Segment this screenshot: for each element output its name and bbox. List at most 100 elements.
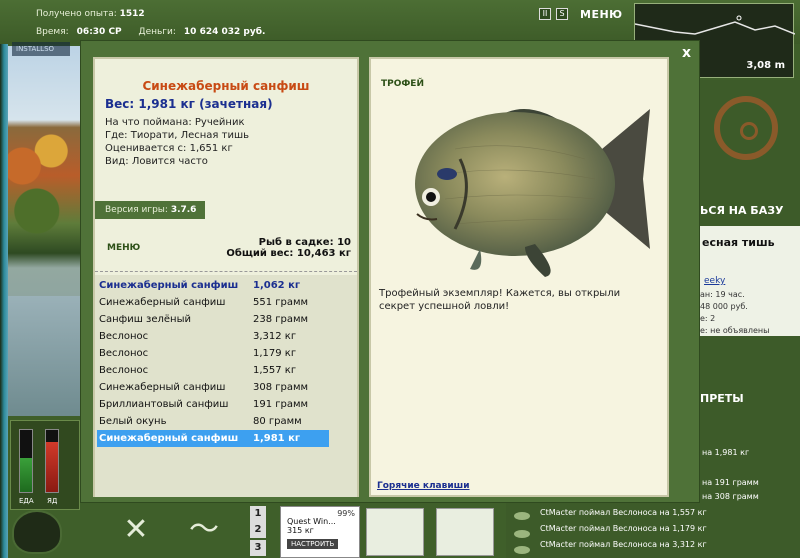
version-value: 3.7.6 <box>170 205 197 215</box>
quest-amount: 315 кг <box>287 526 314 535</box>
row-fish-name: Белый окунь <box>99 416 167 427</box>
fish-name: Синежаберный санфиш <box>142 79 310 93</box>
feed-line: на 1,981 кг <box>702 448 750 457</box>
row-fish-weight: 3,312 кг <box>253 331 297 342</box>
money-label: Деньги: <box>138 27 176 37</box>
exp-label: Получено опыта: <box>36 9 117 19</box>
location-box: есная тишь eeky ан: 19 час. 48 000 руб. … <box>700 226 800 336</box>
time-label: Время: <box>36 27 69 37</box>
trophy-description: Трофейный экземпляр! Кажется, вы открыли… <box>379 288 621 312</box>
keepnet-row[interactable]: Веслонос 1,557 кг <box>97 362 329 379</box>
row-fish-name: Веслонос <box>99 365 149 376</box>
row-fish-weight: 191 грамм <box>253 399 309 410</box>
row-fish-weight: 238 грамм <box>253 314 309 325</box>
slot-2-button[interactable]: 2 <box>250 522 266 538</box>
keepnet-row[interactable]: Веслонос 1,179 кг <box>97 345 329 362</box>
main-menu-button[interactable]: МЕНЮ <box>580 8 623 21</box>
row-fish-name: Синежаберный санфиш <box>99 297 226 308</box>
location-line: е: не объявлены <box>700 326 770 335</box>
row-fish-name: Бриллиантовый санфиш <box>99 399 229 410</box>
divider <box>95 271 357 272</box>
row-fish-name: Синежаберный санфиш <box>99 280 239 291</box>
feed-line: на 308 грамм <box>702 492 759 501</box>
fish-icon[interactable]: 〜 <box>178 506 230 554</box>
food-gauge <box>19 429 33 493</box>
keepnet-row-selected[interactable]: Синежаберный санфиш 1,981 кг <box>97 430 329 447</box>
feed-line: CtMacter поймал Веслоноса на 1,557 кг <box>540 508 707 517</box>
sunfish-image <box>415 109 650 277</box>
location-line: 48 000 руб. <box>700 302 748 311</box>
row-fish-weight: 1,062 кг <box>253 280 301 291</box>
food-gauge-fill <box>20 457 32 492</box>
row-fish-weight: 308 грамм <box>253 382 309 393</box>
money-value: 10 624 032 руб. <box>183 27 266 37</box>
go-to-base-title[interactable]: ЬСЯ НА БАЗУ <box>700 204 784 217</box>
row-fish-name: Веслонос <box>99 331 149 342</box>
location-line: ан: 19 час. <box>700 290 745 299</box>
bait-slot[interactable] <box>436 508 494 556</box>
feed-line: на 191 грамм <box>702 478 759 487</box>
fish-icon <box>514 530 530 538</box>
sound-button[interactable]: S <box>556 8 568 20</box>
ship-wheel-icon[interactable] <box>714 96 778 160</box>
autumn-trees <box>8 106 80 256</box>
caught-on: На что поймана: Ручейник <box>105 117 245 128</box>
configure-button[interactable]: НАСТРОИТЬ <box>287 539 339 549</box>
fishing-scene[interactable] <box>8 46 80 416</box>
row-fish-weight: 80 грамм <box>253 416 302 427</box>
quest-card[interactable]: 99% Quest Win... 315 кг НАСТРОИТЬ <box>280 506 360 558</box>
time-value: 06:30 СР <box>76 27 122 37</box>
keepnet-row[interactable]: Белый окунь 80 грамм <box>97 413 329 430</box>
exp-value: 1512 <box>119 9 145 19</box>
time-money: Время: 06:30 СР Деньги: 10 624 032 руб. <box>36 27 279 37</box>
keepnet-menu-button[interactable]: МЕНЮ <box>107 243 140 253</box>
keepnet-row[interactable]: Санфиш зелёный 238 грамм <box>97 311 329 328</box>
bans-header: ПРЕТЫ <box>700 392 744 405</box>
fork-knife-icon[interactable]: ✕ <box>110 506 162 554</box>
left-strip <box>0 44 8 558</box>
location-name: есная тишь <box>702 236 775 249</box>
row-fish-name: Веслонос <box>99 348 149 359</box>
row-fish-name: Синежаберный санфиш <box>99 433 239 444</box>
cooking-pot-icon[interactable] <box>12 510 62 554</box>
keepnet-row[interactable]: Синежаберный санфиш 308 грамм <box>97 379 329 396</box>
game-version: Версия игры: 3.7.6 <box>95 201 205 219</box>
row-fish-name: Санфиш зелёный <box>99 314 191 325</box>
poison-gauge-fill <box>46 442 58 492</box>
lure-slot[interactable] <box>366 508 424 556</box>
row-fish-weight: 1,557 кг <box>253 365 297 376</box>
location-line: е: 2 <box>700 314 716 323</box>
row-fish-name: Синежаберный санфиш <box>99 382 226 393</box>
trophy-panel: ТРОФЕЙ Трофейный экземпляр! Кажется, вы … <box>369 57 669 497</box>
keepnet-row[interactable]: Синежаберный санфиш 551 грамм <box>97 294 329 311</box>
fish-details-panel: Синежаберный санфиш Вес: 1,981 кг (зачет… <box>93 57 359 497</box>
fish-icon <box>514 512 530 520</box>
total-weight: Общий вес: 10,463 кг <box>226 248 351 259</box>
quest-name: Quest Win... <box>287 517 336 526</box>
fish-info-dialog: x Синежаберный санфиш Вес: 1,981 кг (зач… <box>80 40 700 503</box>
row-fish-weight: 1,179 кг <box>253 348 297 359</box>
keepnet-row[interactable]: Синежаберный санфиш 1,062 кг <box>97 277 329 294</box>
keepnet-row[interactable]: Веслонос 3,312 кг <box>97 328 329 345</box>
keepnet-row[interactable]: Бриллиантовый санфиш 191 грамм <box>97 396 329 413</box>
install-label: INSTALLSO <box>12 42 70 56</box>
row-fish-weight: 1,981 кг <box>253 433 301 444</box>
valued-from: Оценивается с: 1,651 кг <box>105 143 233 154</box>
fish-count: Рыб в садке: 10 <box>258 237 351 248</box>
row-fish-weight: 551 грамм <box>253 297 309 308</box>
depth-value: 3,08 m <box>746 60 785 71</box>
poison-gauge <box>45 429 59 493</box>
poison-label: ЯД <box>47 497 58 505</box>
caught-location: Где: Тиорати, Лесная тишь <box>105 130 249 141</box>
status-gauges: ЕДА ЯД <box>10 420 80 510</box>
pause-button[interactable]: II <box>539 8 551 20</box>
location-link[interactable]: eeky <box>704 276 725 286</box>
slot-1-button[interactable]: 1 <box>250 506 266 522</box>
version-label: Версия игры: <box>105 205 168 215</box>
lake-water <box>8 296 80 416</box>
catch-view: Вид: Ловится часто <box>105 156 208 167</box>
exp-info: Получено опыта: 1512 <box>36 9 145 19</box>
close-button[interactable]: x <box>682 45 691 61</box>
hotkeys-link[interactable]: Горячие клавиши <box>377 481 470 491</box>
slot-3-button[interactable]: 3 <box>250 540 266 556</box>
